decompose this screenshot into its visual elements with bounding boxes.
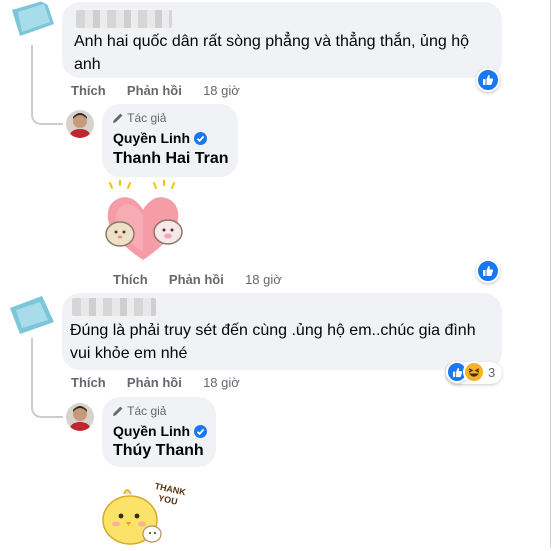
like-reaction-badge[interactable]: [476, 68, 500, 92]
author-name-label: Quyền Linh: [113, 130, 190, 146]
reaction-count: 3: [488, 365, 496, 380]
like-link[interactable]: Thích: [71, 375, 106, 390]
haha-reaction-icon: [463, 361, 485, 383]
avatar[interactable]: [66, 403, 94, 431]
reply-actions: Thích Phản hồi 18 giờ: [113, 272, 282, 287]
reply-bubble: Tác giả Quyền Linh Thúy Thanh: [102, 397, 216, 467]
pencil-icon: [113, 406, 123, 416]
like-link[interactable]: Thích: [113, 272, 148, 287]
commenter-name[interactable]: [72, 298, 156, 316]
heart-hug-sticker: [98, 179, 188, 264]
thumbs-up-icon: [483, 266, 494, 276]
pencil-icon: [113, 113, 123, 123]
thread-line-curve: [31, 398, 63, 418]
comment-text: Anh hai quốc dân rất sòng phẳng và thẳng…: [74, 33, 469, 73]
avatar[interactable]: [66, 110, 94, 138]
mention-link[interactable]: Thúy Thanh: [113, 442, 204, 460]
comment-text: Đúng là phải truy sét đến cùng .ủng hộ e…: [70, 322, 476, 362]
thread-line-curve: [31, 105, 63, 125]
thumbs-up-icon: [483, 75, 494, 85]
thumbs-up-icon: [452, 367, 462, 377]
timestamp[interactable]: 18 giờ: [203, 83, 240, 98]
commenter-name[interactable]: [76, 10, 172, 28]
author-name-label: Quyền Linh: [113, 423, 190, 439]
author-tag: Tác giả: [112, 111, 166, 125]
author-tag-label: Tác giả: [127, 404, 167, 418]
comment-actions: Thích Phản hồi 18 giờ: [71, 83, 240, 98]
comment-bubble: Anh hai quốc dân rất sòng phẳng và thẳng…: [62, 2, 502, 78]
author-name[interactable]: Quyền Linh: [113, 423, 207, 439]
reply-link[interactable]: Phản hồi: [127, 83, 182, 98]
reply-bubble: Tác giả Quyền Linh Thanh Hai Tran: [102, 104, 238, 177]
author-tag-label: Tác giả: [127, 111, 167, 125]
thread-line: [31, 45, 33, 107]
avatar[interactable]: [8, 0, 56, 42]
like-reaction-badge[interactable]: [476, 259, 500, 283]
avatar[interactable]: [8, 294, 56, 338]
mention-link[interactable]: Thanh Hai Tran: [113, 150, 229, 168]
verified-badge-icon: [194, 132, 207, 145]
timestamp[interactable]: 18 giờ: [245, 272, 282, 287]
reply-link[interactable]: Phản hồi: [127, 375, 182, 390]
thank-you-chick-sticker: THANK YOU: [100, 478, 190, 546]
thread-line: [31, 338, 33, 400]
comment-actions: Thích Phản hồi 18 giờ: [71, 375, 240, 390]
timestamp[interactable]: 18 giờ: [203, 375, 240, 390]
like-link[interactable]: Thích: [71, 83, 106, 98]
reaction-summary[interactable]: 3: [446, 361, 502, 384]
comment-bubble: Đúng là phải truy sét đến cùng .ủng hộ e…: [62, 293, 502, 370]
verified-badge-icon: [194, 425, 207, 438]
author-tag: Tác giả: [112, 404, 166, 418]
author-name[interactable]: Quyền Linh: [113, 130, 207, 146]
reply-link[interactable]: Phản hồi: [169, 272, 224, 287]
